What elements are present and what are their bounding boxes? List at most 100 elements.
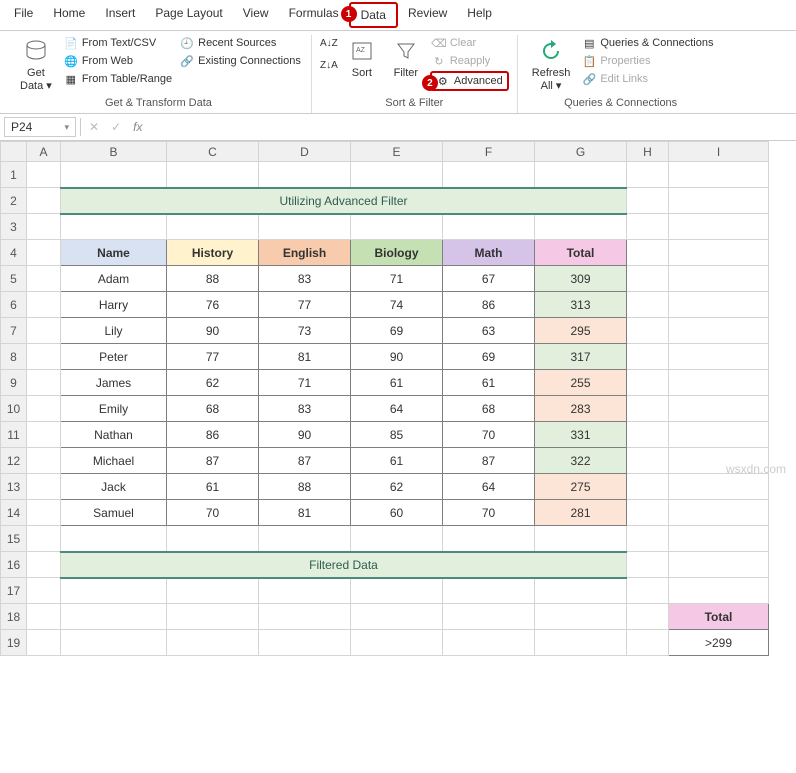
data-cell[interactable]: 90 (259, 422, 351, 448)
cell[interactable] (27, 500, 61, 526)
cell[interactable] (27, 292, 61, 318)
data-cell[interactable]: 71 (351, 266, 443, 292)
sort-asc-button[interactable]: A↓Z (320, 35, 338, 51)
cell[interactable] (27, 344, 61, 370)
data-cell[interactable]: 83 (259, 266, 351, 292)
cell[interactable] (627, 604, 669, 630)
cell[interactable] (61, 630, 167, 656)
total-cell[interactable]: 322 (535, 448, 627, 474)
cell[interactable] (259, 604, 351, 630)
cell[interactable] (669, 214, 769, 240)
col-header-C[interactable]: C (167, 142, 259, 162)
cell[interactable] (27, 188, 61, 214)
data-cell[interactable]: Peter (61, 344, 167, 370)
data-cell[interactable]: 88 (167, 266, 259, 292)
data-cell[interactable]: Lily (61, 318, 167, 344)
header-cell[interactable]: Name (61, 240, 167, 266)
row-header[interactable]: 5 (1, 266, 27, 292)
cell[interactable] (627, 162, 669, 188)
col-header-A[interactable]: A (27, 142, 61, 162)
cell[interactable] (259, 578, 351, 604)
cell[interactable] (351, 526, 443, 552)
cell[interactable] (167, 578, 259, 604)
formula-input[interactable] (150, 118, 792, 136)
cell[interactable] (669, 552, 769, 578)
row-header[interactable]: 11 (1, 422, 27, 448)
data-cell[interactable]: 71 (259, 370, 351, 396)
cell[interactable] (627, 500, 669, 526)
cell[interactable] (27, 214, 61, 240)
cell[interactable] (627, 370, 669, 396)
name-box[interactable]: P24 ▾ (4, 117, 76, 137)
data-cell[interactable]: 70 (167, 500, 259, 526)
row-header[interactable]: 7 (1, 318, 27, 344)
cell[interactable] (27, 448, 61, 474)
cell[interactable] (351, 630, 443, 656)
cell[interactable] (627, 292, 669, 318)
cell[interactable] (27, 422, 61, 448)
data-cell[interactable]: 77 (259, 292, 351, 318)
data-cell[interactable]: 60 (351, 500, 443, 526)
title-cell[interactable]: Utilizing Advanced Filter (61, 188, 627, 214)
cell[interactable] (27, 162, 61, 188)
cell[interactable] (167, 526, 259, 552)
data-cell[interactable]: 61 (443, 370, 535, 396)
clear-button[interactable]: ⌫Clear (430, 35, 509, 51)
row-header[interactable]: 16 (1, 552, 27, 578)
total-cell[interactable]: 275 (535, 474, 627, 500)
cell[interactable] (351, 214, 443, 240)
cell[interactable] (259, 162, 351, 188)
cell[interactable] (627, 630, 669, 656)
title-cell[interactable]: Filtered Data (61, 552, 627, 578)
data-cell[interactable]: 61 (351, 370, 443, 396)
cell[interactable] (535, 604, 627, 630)
total-cell[interactable]: 295 (535, 318, 627, 344)
cell[interactable] (27, 578, 61, 604)
cell[interactable] (351, 578, 443, 604)
data-cell[interactable]: 61 (167, 474, 259, 500)
cell[interactable] (259, 526, 351, 552)
cell[interactable] (627, 240, 669, 266)
data-cell[interactable]: Adam (61, 266, 167, 292)
data-cell[interactable]: 61 (351, 448, 443, 474)
data-cell[interactable]: 76 (167, 292, 259, 318)
data-cell[interactable]: 62 (167, 370, 259, 396)
total-cell[interactable]: 255 (535, 370, 627, 396)
cell[interactable] (627, 526, 669, 552)
filter-button[interactable]: Filter (386, 35, 426, 82)
row-header[interactable]: 14 (1, 500, 27, 526)
data-cell[interactable]: 64 (443, 474, 535, 500)
data-cell[interactable]: 86 (443, 292, 535, 318)
row-header[interactable]: 18 (1, 604, 27, 630)
data-cell[interactable]: 90 (351, 344, 443, 370)
col-header-I[interactable]: I (669, 142, 769, 162)
cell[interactable] (535, 526, 627, 552)
col-header-B[interactable]: B (61, 142, 167, 162)
row-header[interactable]: 10 (1, 396, 27, 422)
get-data-button[interactable]: Get Data ▾ (14, 35, 58, 95)
cell[interactable] (61, 578, 167, 604)
data-cell[interactable]: 83 (259, 396, 351, 422)
from-text-csv-button[interactable]: 📄From Text/CSV (62, 35, 174, 51)
cell[interactable] (627, 552, 669, 578)
col-header-E[interactable]: E (351, 142, 443, 162)
cell[interactable] (27, 318, 61, 344)
data-cell[interactable]: 64 (351, 396, 443, 422)
menu-page-layout[interactable]: Page Layout (145, 2, 232, 28)
cell[interactable] (443, 578, 535, 604)
row-header[interactable]: 19 (1, 630, 27, 656)
total-cell[interactable]: 317 (535, 344, 627, 370)
cell[interactable] (535, 214, 627, 240)
cell[interactable] (669, 292, 769, 318)
menu-help[interactable]: Help (457, 2, 502, 28)
recent-sources-button[interactable]: 🕘Recent Sources (178, 35, 303, 51)
cell[interactable] (627, 266, 669, 292)
cell[interactable] (27, 396, 61, 422)
row-header[interactable]: 17 (1, 578, 27, 604)
data-cell[interactable]: James (61, 370, 167, 396)
cell[interactable] (27, 552, 61, 578)
cell[interactable] (627, 318, 669, 344)
total-cell[interactable]: 331 (535, 422, 627, 448)
cell[interactable] (167, 162, 259, 188)
refresh-all-button[interactable]: Refresh All ▾ (526, 35, 577, 95)
